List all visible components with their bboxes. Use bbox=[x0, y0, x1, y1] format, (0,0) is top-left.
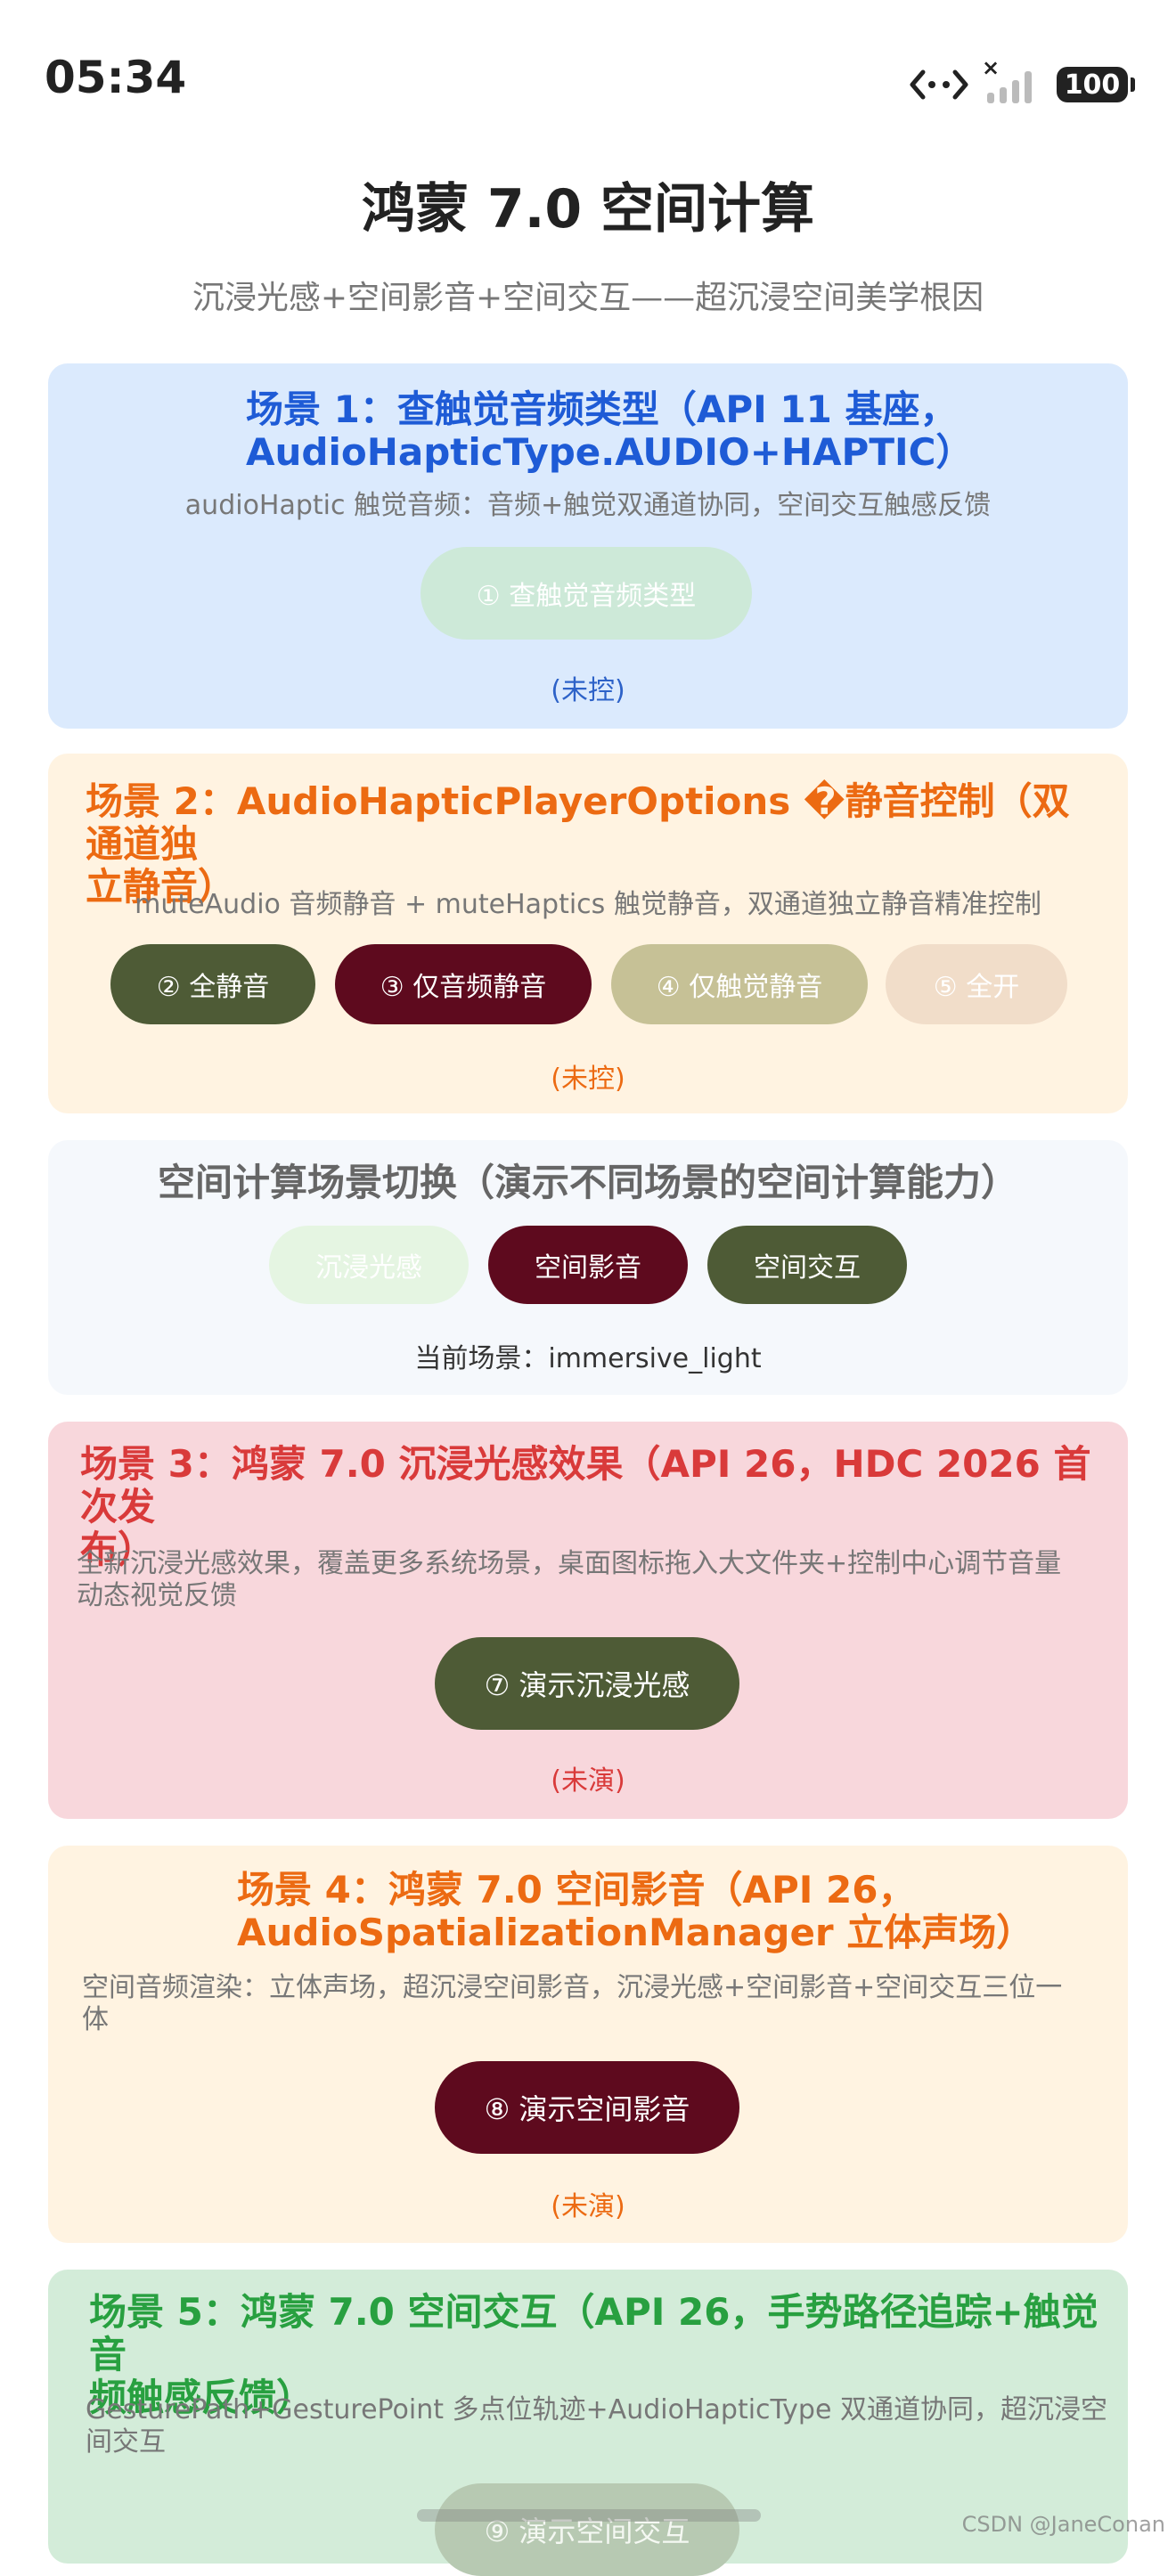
page-subtitle: 沉浸光感+空间影音+空间交互——超沉浸空间美学根因 bbox=[192, 280, 984, 316]
signal-icon: × bbox=[982, 55, 1044, 107]
scene1-title-line2: AudioHapticType.AUDIO+HAPTIC） bbox=[246, 430, 974, 474]
scene5-desc-line1: GesturePath+GesturePoint 多点位轨迹+AudioHapt… bbox=[86, 2394, 1107, 2425]
demo-spatial-audio-button[interactable]: ⑧ 演示空间影音 bbox=[435, 2061, 739, 2154]
scene4-desc-line2: 体 bbox=[82, 2004, 109, 2035]
scene-tab-spatial-audio[interactable]: 空间影音 bbox=[488, 1226, 688, 1304]
mute-haptics-only-button[interactable]: ④ 仅触觉静音 bbox=[611, 944, 868, 1024]
no-service-icon: × bbox=[982, 55, 1000, 80]
watermark: CSDN @JaneConan bbox=[961, 2512, 1165, 2537]
scene5-desc-line2: 间交互 bbox=[86, 2426, 166, 2458]
scene4-desc: 空间音频渲染：立体声场，超沉浸空间影音，沉浸光感+空间影音+空间交互三位一 体 bbox=[82, 1972, 1115, 2036]
scene2-title-line1: 场景 2：AudioHapticPlayerOptions �静音控制（双通道独 bbox=[86, 779, 1070, 866]
scene4-status: (未演) bbox=[551, 2191, 625, 2222]
scene1-card: 场景 1：查触觉音频类型（API 11 基座， AudioHapticType.… bbox=[48, 363, 1128, 729]
switcher-title: 空间计算场景切换（演示不同场景的空间计算能力） bbox=[157, 1161, 1018, 1204]
scene-switcher-card: 空间计算场景切换（演示不同场景的空间计算能力） 沉浸光感 空间影音 空间交互 当… bbox=[48, 1140, 1128, 1395]
scene5-title-line1: 场景 5：鸿蒙 7.0 空间交互（API 26，手势路径追踪+触觉音 bbox=[89, 2290, 1098, 2376]
scene2-desc: muteAudio 音频静音 + muteHaptics 触觉静音，双通道独立静… bbox=[135, 889, 1041, 920]
scene4-title-line2: AudioSpatializationManager 立体声场） bbox=[237, 1911, 1034, 1954]
scene1-desc: audioHaptic 触觉音频：音频+触觉双通道协同，空间交互触感反馈 bbox=[184, 490, 992, 521]
mute-audio-only-button[interactable]: ③ 仅音频静音 bbox=[335, 944, 592, 1024]
status-bar: 05:34 × 100 bbox=[0, 0, 1176, 160]
status-icons: × 100 bbox=[909, 55, 1135, 107]
scene3-desc-line2: 动态视觉反馈 bbox=[77, 1580, 237, 1611]
scene2-status: (未控) bbox=[551, 1064, 625, 1095]
mute-all-button[interactable]: ② 全静音 bbox=[110, 944, 315, 1024]
battery-icon: 100 bbox=[1057, 67, 1135, 102]
scene2-card: 场景 2：AudioHapticPlayerOptions �静音控制（双通道独… bbox=[48, 754, 1128, 1113]
scene4-desc-line1: 空间音频渲染：立体声场，超沉浸空间影音，沉浸光感+空间影音+空间交互三位一 bbox=[82, 1972, 1063, 2003]
demo-immersive-light-button[interactable]: ⑦ 演示沉浸光感 bbox=[435, 1637, 739, 1730]
scene5-desc: GesturePath+GesturePoint 多点位轨迹+AudioHapt… bbox=[86, 2394, 1119, 2458]
unmute-all-button[interactable]: ⑤ 全开 bbox=[886, 944, 1067, 1024]
current-scene-text: 当前场景：immersive_light bbox=[414, 1343, 762, 1374]
scene3-card: 场景 3：鸿蒙 7.0 沉浸光感效果（API 26，HDC 2026 首次发 布… bbox=[48, 1422, 1128, 1819]
scene3-title-line1: 场景 3：鸿蒙 7.0 沉浸光感效果（API 26，HDC 2026 首次发 bbox=[80, 1442, 1091, 1528]
scene3-status: (未演) bbox=[551, 1765, 625, 1797]
scene1-status: (未控) bbox=[551, 675, 625, 706]
scene4-card: 场景 4：鸿蒙 7.0 空间影音（API 26， AudioSpatializa… bbox=[48, 1846, 1128, 2243]
scene-tab-spatial-interaction[interactable]: 空间交互 bbox=[707, 1226, 907, 1304]
scene-tab-immersive-light[interactable]: 沉浸光感 bbox=[269, 1226, 469, 1304]
data-transfer-icon bbox=[910, 69, 968, 100]
scene1-title: 场景 1：查触觉音频类型（API 11 基座， AudioHapticType.… bbox=[246, 388, 973, 474]
scene3-desc: 全新沉浸光感效果，覆盖更多系统场景，桌面图标拖入大文件夹+控制中心调节音量 动态… bbox=[77, 1548, 1110, 1612]
scene4-title: 场景 4：鸿蒙 7.0 空间影音（API 26， AudioSpatializa… bbox=[237, 1869, 1033, 1954]
home-indicator[interactable] bbox=[417, 2509, 761, 2522]
scene4-title-line1: 场景 4：鸿蒙 7.0 空间影音（API 26， bbox=[237, 1868, 916, 1912]
page-title: 鸿蒙 7.0 空间计算 bbox=[361, 178, 815, 240]
demo-spatial-interaction-button[interactable]: ⑨ 演示空间交互 bbox=[435, 2483, 739, 2576]
status-time: 05:34 bbox=[45, 52, 187, 103]
scene1-title-line1: 场景 1：查触觉音频类型（API 11 基座， bbox=[246, 387, 958, 431]
scene3-desc-line1: 全新沉浸光感效果，覆盖更多系统场景，桌面图标拖入大文件夹+控制中心调节音量 bbox=[77, 1548, 1062, 1579]
query-haptic-type-button[interactable]: ① 查触觉音频类型 bbox=[421, 547, 752, 640]
